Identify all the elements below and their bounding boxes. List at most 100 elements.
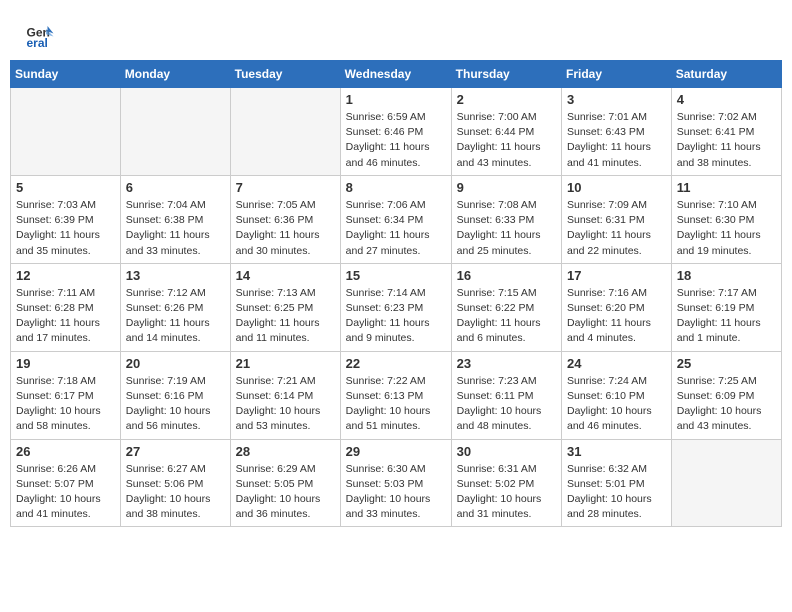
calendar-cell: 8 Sunrise: 7:06 AMSunset: 6:34 PMDaylight…: [340, 175, 451, 263]
day-number: 30: [457, 444, 556, 459]
calendar-cell: 27Sunrise: 6:27 AMSunset: 5:06 PMDayligh…: [120, 439, 230, 527]
day-info: Sunrise: 7:12 AMSunset: 6:26 PMDaylight:…: [126, 286, 225, 347]
week-row-2: 5 Sunrise: 7:03 AMSunset: 6:39 PMDaylight…: [11, 175, 782, 263]
calendar-cell: 22 Sunrise: 7:22 AMSunset: 6:13 PMDayligh…: [340, 351, 451, 439]
calendar-cell: 15 Sunrise: 7:14 AMSunset: 6:23 PMDayligh…: [340, 263, 451, 351]
day-info: Sunrise: 7:06 AMSunset: 6:34 PMDaylight:…: [346, 198, 446, 259]
calendar-cell: [230, 88, 340, 176]
calendar-table: SundayMondayTuesdayWednesdayThursdayFrid…: [10, 60, 782, 527]
day-info: Sunrise: 7:14 AMSunset: 6:23 PMDaylight:…: [346, 286, 446, 347]
calendar-cell: 31 Sunrise: 6:32 AMSunset: 5:01 PMDayligh…: [562, 439, 672, 527]
day-number: 9: [457, 180, 556, 195]
page-header: Gen eral: [10, 10, 782, 55]
calendar-cell: 12 Sunrise: 7:11 AMSunset: 6:28 PMDayligh…: [11, 263, 121, 351]
day-number: 13: [126, 268, 225, 283]
day-number: 31: [567, 444, 666, 459]
calendar-cell: 24 Sunrise: 7:24 AMSunset: 6:10 PMDayligh…: [562, 351, 672, 439]
day-number: 14: [236, 268, 335, 283]
day-info: Sunrise: 7:08 AMSunset: 6:33 PMDaylight:…: [457, 198, 556, 259]
calendar-header-row: SundayMondayTuesdayWednesdayThursdayFrid…: [11, 61, 782, 88]
calendar-cell: 18 Sunrise: 7:17 AMSunset: 6:19 PMDayligh…: [671, 263, 781, 351]
day-number: 25: [677, 356, 776, 371]
calendar-cell: 30 Sunrise: 6:31 AMSunset: 5:02 PMDayligh…: [451, 439, 561, 527]
day-number: 11: [677, 180, 776, 195]
day-info: Sunrise: 6:26 AMSunset: 5:07 PMDaylight:…: [16, 462, 115, 523]
day-number: 4: [677, 92, 776, 107]
col-header-monday: Monday: [120, 61, 230, 88]
calendar-cell: 20 Sunrise: 7:19 AMSunset: 6:16 PMDayligh…: [120, 351, 230, 439]
week-row-5: 26 Sunrise: 6:26 AMSunset: 5:07 PMDayligh…: [11, 439, 782, 527]
day-info: Sunrise: 7:01 AMSunset: 6:43 PMDaylight:…: [567, 110, 666, 171]
calendar-cell: 29 Sunrise: 6:30 AMSunset: 5:03 PMDayligh…: [340, 439, 451, 527]
day-number: 1: [346, 92, 446, 107]
calendar-cell: 11 Sunrise: 7:10 AMSunset: 6:30 PMDayligh…: [671, 175, 781, 263]
day-number: 7: [236, 180, 335, 195]
day-info: Sunrise: 6:32 AMSunset: 5:01 PMDaylight:…: [567, 462, 666, 523]
day-number: 26: [16, 444, 115, 459]
week-row-1: 1Sunrise: 6:59 AMSunset: 6:46 PMDaylight…: [11, 88, 782, 176]
day-number: 2: [457, 92, 556, 107]
week-row-4: 19 Sunrise: 7:18 AMSunset: 6:17 PMDayligh…: [11, 351, 782, 439]
day-number: 21: [236, 356, 335, 371]
day-number: 23: [457, 356, 556, 371]
calendar-cell: 25Sunrise: 7:25 AMSunset: 6:09 PMDayligh…: [671, 351, 781, 439]
calendar-cell: 26 Sunrise: 6:26 AMSunset: 5:07 PMDayligh…: [11, 439, 121, 527]
day-number: 18: [677, 268, 776, 283]
calendar-cell: 5 Sunrise: 7:03 AMSunset: 6:39 PMDaylight…: [11, 175, 121, 263]
day-number: 29: [346, 444, 446, 459]
day-info: Sunrise: 7:03 AMSunset: 6:39 PMDaylight:…: [16, 198, 115, 259]
day-info: Sunrise: 6:30 AMSunset: 5:03 PMDaylight:…: [346, 462, 446, 523]
week-row-3: 12 Sunrise: 7:11 AMSunset: 6:28 PMDayligh…: [11, 263, 782, 351]
col-header-saturday: Saturday: [671, 61, 781, 88]
logo-icon: Gen eral: [25, 20, 55, 50]
day-number: 12: [16, 268, 115, 283]
day-number: 17: [567, 268, 666, 283]
col-header-tuesday: Tuesday: [230, 61, 340, 88]
day-info: Sunrise: 7:18 AMSunset: 6:17 PMDaylight:…: [16, 374, 115, 435]
day-info: Sunrise: 7:22 AMSunset: 6:13 PMDaylight:…: [346, 374, 446, 435]
calendar-cell: 6 Sunrise: 7:04 AMSunset: 6:38 PMDaylight…: [120, 175, 230, 263]
calendar-cell: 4Sunrise: 7:02 AMSunset: 6:41 PMDaylight…: [671, 88, 781, 176]
logo: Gen eral: [25, 20, 60, 50]
calendar-cell: 7Sunrise: 7:05 AMSunset: 6:36 PMDaylight…: [230, 175, 340, 263]
day-info: Sunrise: 7:24 AMSunset: 6:10 PMDaylight:…: [567, 374, 666, 435]
day-info: Sunrise: 7:04 AMSunset: 6:38 PMDaylight:…: [126, 198, 225, 259]
svg-text:eral: eral: [27, 36, 48, 50]
day-info: Sunrise: 7:15 AMSunset: 6:22 PMDaylight:…: [457, 286, 556, 347]
day-info: Sunrise: 7:19 AMSunset: 6:16 PMDaylight:…: [126, 374, 225, 435]
calendar-cell: 1Sunrise: 6:59 AMSunset: 6:46 PMDaylight…: [340, 88, 451, 176]
col-header-friday: Friday: [562, 61, 672, 88]
calendar-cell: 2Sunrise: 7:00 AMSunset: 6:44 PMDaylight…: [451, 88, 561, 176]
day-number: 6: [126, 180, 225, 195]
day-info: Sunrise: 6:29 AMSunset: 5:05 PMDaylight:…: [236, 462, 335, 523]
day-number: 16: [457, 268, 556, 283]
day-info: Sunrise: 7:09 AMSunset: 6:31 PMDaylight:…: [567, 198, 666, 259]
calendar-cell: 9 Sunrise: 7:08 AMSunset: 6:33 PMDaylight…: [451, 175, 561, 263]
calendar-cell: 14 Sunrise: 7:13 AMSunset: 6:25 PMDayligh…: [230, 263, 340, 351]
day-number: 19: [16, 356, 115, 371]
day-info: Sunrise: 7:17 AMSunset: 6:19 PMDaylight:…: [677, 286, 776, 347]
day-number: 24: [567, 356, 666, 371]
calendar-cell: [11, 88, 121, 176]
day-number: 22: [346, 356, 446, 371]
day-info: Sunrise: 7:11 AMSunset: 6:28 PMDaylight:…: [16, 286, 115, 347]
calendar-cell: 3Sunrise: 7:01 AMSunset: 6:43 PMDaylight…: [562, 88, 672, 176]
calendar-cell: 28 Sunrise: 6:29 AMSunset: 5:05 PMDayligh…: [230, 439, 340, 527]
day-number: 28: [236, 444, 335, 459]
day-info: Sunrise: 7:13 AMSunset: 6:25 PMDaylight:…: [236, 286, 335, 347]
calendar-cell: 19 Sunrise: 7:18 AMSunset: 6:17 PMDayligh…: [11, 351, 121, 439]
day-info: Sunrise: 7:10 AMSunset: 6:30 PMDaylight:…: [677, 198, 776, 259]
day-info: Sunrise: 6:31 AMSunset: 5:02 PMDaylight:…: [457, 462, 556, 523]
day-number: 8: [346, 180, 446, 195]
day-number: 27: [126, 444, 225, 459]
col-header-sunday: Sunday: [11, 61, 121, 88]
calendar-cell: 13 Sunrise: 7:12 AMSunset: 6:26 PMDayligh…: [120, 263, 230, 351]
calendar-cell: 17Sunrise: 7:16 AMSunset: 6:20 PMDayligh…: [562, 263, 672, 351]
day-number: 20: [126, 356, 225, 371]
day-number: 5: [16, 180, 115, 195]
day-info: Sunrise: 7:21 AMSunset: 6:14 PMDaylight:…: [236, 374, 335, 435]
calendar-cell: 10Sunrise: 7:09 AMSunset: 6:31 PMDayligh…: [562, 175, 672, 263]
day-number: 15: [346, 268, 446, 283]
day-info: Sunrise: 7:23 AMSunset: 6:11 PMDaylight:…: [457, 374, 556, 435]
calendar-cell: 16 Sunrise: 7:15 AMSunset: 6:22 PMDayligh…: [451, 263, 561, 351]
